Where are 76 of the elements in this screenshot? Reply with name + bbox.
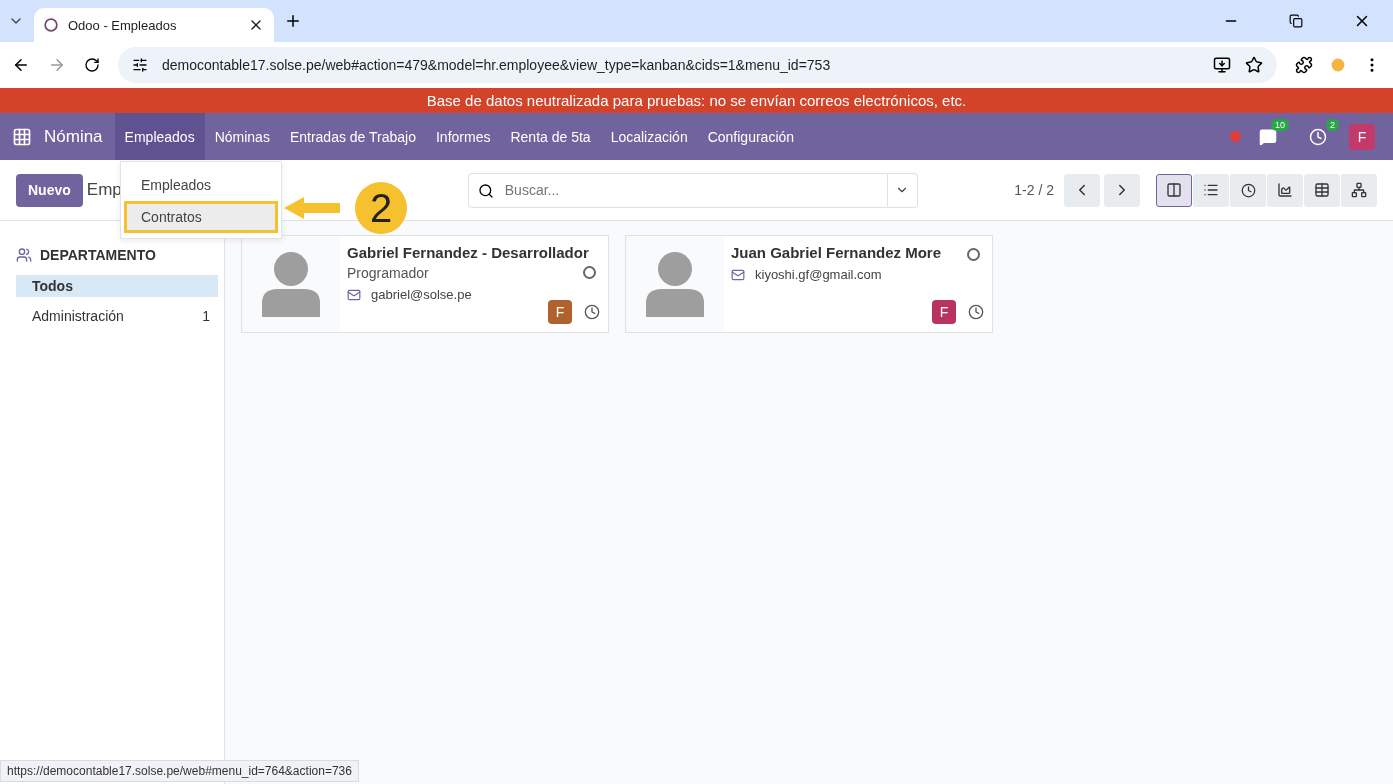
- pointer-arrow: [284, 197, 340, 219]
- employee-name: Juan Gabriel Fernandez More: [731, 244, 942, 261]
- url-text: democontable17.solse.pe/web#action=479&model=hr.employee&view_type=kanban&cids=1&menu_id=753: [162, 57, 832, 73]
- clock-icon: [1240, 182, 1256, 198]
- presence-circle-icon: [967, 248, 980, 261]
- view-switch-button[interactable]: [1230, 173, 1266, 207]
- apps-menu-icon[interactable]: [12, 126, 32, 147]
- list-icon: [1203, 182, 1219, 198]
- site-settings-icon[interactable]: [132, 57, 148, 73]
- clock-icon[interactable]: [968, 304, 984, 320]
- breadcrumb: Emp: [86, 180, 122, 200]
- employee-email: kiyoshi.gf@gmail.com: [755, 267, 882, 282]
- nav-menu-item[interactable]: Nóminas: [204, 113, 280, 160]
- forward-icon[interactable]: [48, 56, 66, 74]
- kanban-icon: [1166, 182, 1182, 198]
- employee-name: Gabriel Fernandez - Desarrollador: [347, 244, 589, 261]
- new-tab-icon[interactable]: [284, 12, 302, 30]
- nav-menu-item[interactable]: Entradas de Trabajo: [279, 113, 426, 160]
- user-initial-avatar: F: [548, 300, 572, 324]
- status-dot: [1230, 131, 1241, 142]
- app-name[interactable]: Nómina: [44, 126, 103, 147]
- view-switch-button[interactable]: [1304, 173, 1340, 207]
- back-icon[interactable]: [12, 56, 30, 74]
- user-initial-avatar: F: [932, 300, 956, 324]
- employee-card[interactable]: Juan Gabriel Fernandez More kiyoshi.gf@gmail.com F: [625, 235, 993, 333]
- step-number: 2: [355, 182, 407, 234]
- person-silhouette-icon: [644, 251, 706, 317]
- department-count: 1: [202, 308, 210, 324]
- user-avatar[interactable]: F: [1349, 123, 1375, 150]
- search-icon: [477, 182, 494, 199]
- users-icon: [16, 247, 32, 263]
- nav-menu-item[interactable]: Informes: [426, 113, 501, 160]
- count-badge: 10: [1271, 118, 1289, 131]
- bookmark-star-icon[interactable]: [1245, 56, 1263, 74]
- nav-menu-item[interactable]: Configuración: [697, 113, 805, 160]
- area-chart-icon: [1277, 182, 1293, 198]
- view-switch-button[interactable]: [1156, 173, 1192, 207]
- tab-title: Odoo - Empleados: [68, 17, 178, 33]
- mail-icon: [731, 267, 745, 282]
- count-badge: 2: [1326, 118, 1339, 131]
- department-label: Todos: [32, 278, 73, 294]
- new-button[interactable]: Nuevo: [16, 173, 83, 207]
- view-switch-button[interactable]: [1341, 173, 1377, 207]
- messages-icon[interactable]: [1259, 127, 1277, 146]
- nav-menu-item[interactable]: Renta de 5ta: [500, 113, 601, 160]
- dropdown-item[interactable]: Empleados: [127, 172, 275, 198]
- address-bar[interactable]: democontable17.solse.pe/web#action=479&model=hr.employee&view_type=kanban&cids=1&menu_id=753: [118, 47, 1277, 83]
- warning-banner: Base de datos neutralizada para pruebas: no se envían correos electrónicos, etc.: [0, 88, 1393, 113]
- nav-menu-item[interactable]: Localización: [600, 113, 698, 160]
- extensions-icon[interactable]: [1295, 56, 1313, 74]
- hierarchy-icon: [1351, 182, 1367, 198]
- browser-tab[interactable]: Odoo - Empleados: [34, 8, 274, 42]
- sidebar-title: DEPARTAMENTO: [40, 247, 156, 263]
- dropdown-item[interactable]: Contratos: [127, 204, 275, 230]
- person-silhouette-icon: [260, 251, 322, 317]
- status-url: https://democontable17.solse.pe/web#menu_id=764&action=736: [0, 760, 359, 782]
- mail-icon: [347, 287, 361, 302]
- nav-menu-item[interactable]: Empleados: [114, 113, 205, 160]
- view-switch-button[interactable]: [1193, 173, 1229, 207]
- employee-card[interactable]: Gabriel Fernandez - Desarrollador Programador gabriel@solse.pe F: [241, 235, 609, 333]
- reload-icon[interactable]: [84, 57, 100, 73]
- department-item[interactable]: Administración 1: [16, 305, 218, 327]
- activity-clock-icon[interactable]: [1309, 127, 1327, 146]
- table-icon: [1314, 182, 1330, 198]
- job-title: Programador: [347, 265, 429, 281]
- search-field[interactable]: Buscar...: [467, 172, 888, 208]
- view-switch-button[interactable]: [1267, 173, 1303, 207]
- search-options-toggle[interactable]: [887, 172, 918, 208]
- install-icon[interactable]: [1213, 56, 1231, 74]
- restore-icon[interactable]: [1289, 14, 1303, 28]
- pager-text: 1-2 / 2: [1014, 182, 1054, 198]
- department-label: Administración: [32, 308, 124, 324]
- department-item[interactable]: Todos: [16, 275, 218, 297]
- employee-email: gabriel@solse.pe: [371, 287, 472, 302]
- presence-circle-icon: [583, 266, 596, 279]
- clock-icon[interactable]: [584, 304, 600, 320]
